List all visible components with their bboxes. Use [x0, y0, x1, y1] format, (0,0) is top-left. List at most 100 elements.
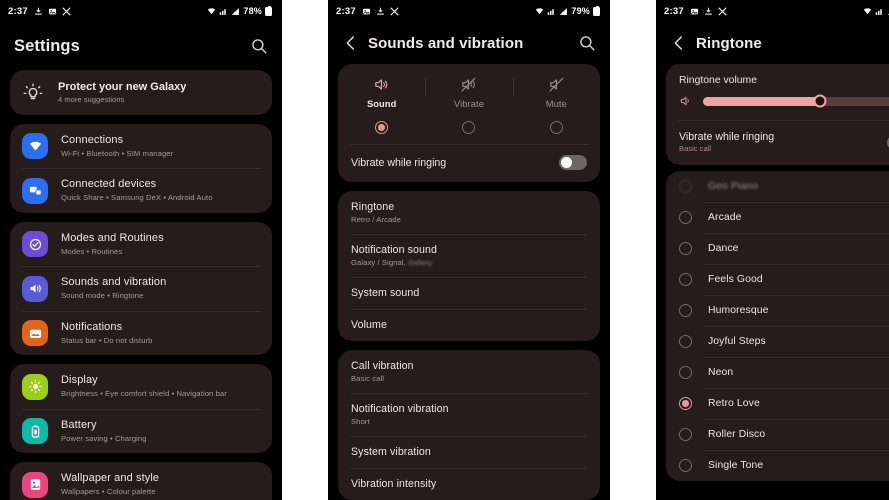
- row-notification-sound[interactable]: Notification sound Galaxy / Signal, Gala…: [338, 234, 600, 277]
- sound-mode-option-vibrate[interactable]: Vibrate: [425, 74, 512, 118]
- ringtone-list-item-cutoff[interactable]: Geo Piano: [666, 171, 889, 202]
- sidebar-item-notifications[interactable]: Notifications Status bar • Do not distur…: [10, 310, 272, 355]
- row-call-vibration[interactable]: Call vibration Basic call: [338, 350, 600, 393]
- sound-mode-label: Sound: [366, 99, 397, 109]
- suggestion-row[interactable]: Protect your new Galaxy 4 more suggestio…: [10, 70, 272, 115]
- list-item[interactable]: Neon: [666, 357, 889, 388]
- ringtone-radio[interactable]: [679, 335, 692, 348]
- settings-group-modes: Modes and Routines Modes • Routines Soun…: [10, 221, 272, 356]
- sidebar-item-connections[interactable]: Connections Wi-Fi • Bluetooth • SIM mana…: [10, 124, 272, 168]
- ringtone-volume-track[interactable]: [703, 94, 889, 108]
- sound-mode-option-mute[interactable]: Mute: [512, 74, 600, 118]
- ringtone-radio[interactable]: [679, 428, 692, 441]
- ringtone-name: Arcade: [708, 212, 742, 223]
- row-system-vibration[interactable]: System vibration: [338, 436, 600, 468]
- radio-vibrate[interactable]: [462, 121, 476, 134]
- sidebar-item-display[interactable]: Display Brightness • Eye comfort shield …: [10, 364, 272, 408]
- sound-mode-options: Sound Vibrate Mute: [338, 74, 600, 118]
- ringtone-volume-slider-row[interactable]: [666, 94, 889, 120]
- list-item[interactable]: Joyful Steps: [666, 326, 889, 357]
- sidebar-item-wallpaper-and-style[interactable]: Wallpaper and style Wallpapers • Colour …: [10, 462, 272, 500]
- radio-sound[interactable]: [375, 121, 389, 134]
- ringtone-radio[interactable]: [679, 242, 692, 255]
- ringtone-radio[interactable]: [679, 459, 692, 472]
- ringtone-radio[interactable]: [679, 180, 692, 193]
- row-ringtone[interactable]: Ringtone Retro / Arcade: [338, 191, 600, 234]
- item-title: Connected devices: [61, 178, 157, 191]
- image-icon: [690, 8, 698, 14]
- ringtone-name: Neon: [708, 367, 734, 378]
- search-icon[interactable]: [250, 37, 268, 55]
- status-bar-right-icons: 79%: [535, 5, 600, 16]
- status-bar: 2:37 78%: [0, 0, 282, 22]
- item-subtitle: Wi-Fi • Bluetooth • SIM manager: [61, 148, 174, 158]
- status-bar-left-icons: [34, 7, 71, 16]
- list-item[interactable]: Single Tone: [666, 450, 889, 481]
- status-bar-left-icons: [362, 7, 399, 16]
- row-title: System vibration: [351, 446, 431, 458]
- ringtone-name: Geo Piano: [708, 181, 759, 192]
- sidebar-item-modes-and-routines[interactable]: Modes and Routines Modes • Routines: [10, 222, 272, 266]
- radio-mute[interactable]: [549, 121, 563, 134]
- row-system-sound[interactable]: System sound: [338, 277, 600, 309]
- list-item-selected[interactable]: Retro Love: [666, 388, 889, 419]
- ringtone-radio[interactable]: [679, 304, 692, 317]
- wifi-icon: [22, 133, 48, 160]
- signal-icon: [220, 8, 227, 15]
- suggestion-card[interactable]: Protect your new Galaxy 4 more suggestio…: [10, 70, 272, 115]
- ringtone-radio-selected[interactable]: [679, 397, 692, 410]
- row-volume[interactable]: Volume: [338, 309, 600, 341]
- devices-icon: [22, 177, 48, 204]
- row-title: Ringtone: [351, 201, 395, 213]
- vibrate-while-ringing-row[interactable]: Vibrate while ringing Basic call: [666, 120, 889, 165]
- mute-icon: [549, 77, 564, 92]
- row-title: System sound: [351, 287, 420, 299]
- item-subtitle: Status bar • Do not disturb: [61, 335, 153, 345]
- ringtone-name: Feels Good: [708, 274, 763, 285]
- list-item[interactable]: Humoresque: [666, 295, 889, 326]
- item-title: Sounds and vibration: [61, 276, 167, 289]
- sound-mode-option-sound[interactable]: Sound: [338, 74, 425, 118]
- search-icon[interactable]: [578, 34, 596, 52]
- ringtone-list-card: Geo Piano Arcade Dance Feels Good Humore…: [666, 171, 889, 481]
- volume-on-icon: [680, 96, 689, 106]
- row-vibration-intensity[interactable]: Vibration intensity: [338, 468, 600, 500]
- page-title: Ringtone: [696, 34, 762, 52]
- sidebar-item-sounds-and-vibration[interactable]: Sounds and vibration Sound mode • Ringto…: [10, 266, 272, 310]
- sidebar-item-battery[interactable]: Battery Power saving • Charging: [10, 408, 272, 453]
- page-title: Settings: [14, 36, 80, 55]
- item-title: Notifications: [61, 320, 123, 333]
- download-icon: [376, 7, 384, 15]
- sound-mode-label: Mute: [545, 99, 567, 109]
- list-item[interactable]: Dance: [666, 233, 889, 264]
- ringtone-name: Dance: [708, 243, 739, 254]
- item-title: Wallpaper and style: [61, 472, 160, 485]
- chevron-left-icon[interactable]: [342, 34, 360, 52]
- status-bar-time: 2:37: [8, 5, 28, 17]
- ringtone-radio[interactable]: [679, 273, 692, 286]
- phone-panel-sounds-and-vibration: 2:37 79% Sounds and vibration Sound Vibr…: [328, 0, 610, 500]
- ringtone-volume-thumb[interactable]: [813, 94, 827, 108]
- row-notification-vibration[interactable]: Notification vibration Short: [338, 393, 600, 436]
- brightness-icon: [22, 373, 48, 400]
- wifi-icon: [864, 7, 872, 14]
- page-title: Sounds and vibration: [368, 34, 524, 52]
- ringtone-radio[interactable]: [679, 366, 692, 379]
- vibrate-while-ringing-subtitle: Basic call: [679, 144, 712, 153]
- three-phone-screenshot-stage: 2:37 78% Settings Protect your new Galax…: [0, 0, 889, 500]
- x-app-icon: [390, 7, 399, 15]
- ringtone-volume-label: Ringtone volume: [679, 75, 757, 86]
- list-item[interactable]: Roller Disco: [666, 419, 889, 450]
- sidebar-item-connected-devices[interactable]: Connected devices Quick Share • Samsung …: [10, 168, 272, 212]
- speaker-icon: [22, 275, 48, 302]
- row-subtitle: Short: [351, 417, 370, 426]
- sound-mode-label: Vibrate: [453, 99, 484, 109]
- item-subtitle: Quick Share • Samsung DeX • Android Auto: [61, 193, 213, 203]
- list-item[interactable]: Feels Good: [666, 264, 889, 295]
- sound-mode-radios: [338, 118, 600, 144]
- vibrate-while-ringing-toggle[interactable]: [559, 155, 587, 170]
- list-item[interactable]: Arcade: [666, 202, 889, 233]
- chevron-left-icon[interactable]: [670, 34, 688, 52]
- ringtone-radio[interactable]: [679, 211, 692, 224]
- vibrate-while-ringing-row[interactable]: Vibrate while ringing: [338, 144, 600, 182]
